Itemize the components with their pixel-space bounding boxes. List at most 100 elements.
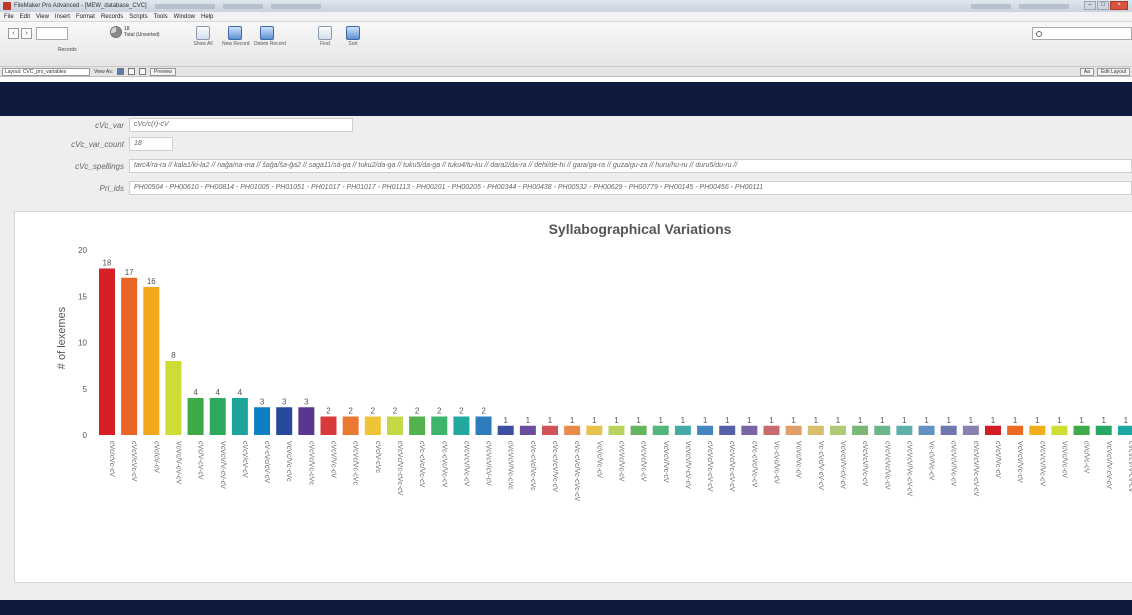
chart-bar[interactable] — [785, 425, 802, 435]
view-as-table-button[interactable] — [139, 68, 147, 75]
chart-bar[interactable] — [1007, 425, 1024, 435]
delete-record-button[interactable]: Delete Record — [254, 26, 286, 47]
sort-button[interactable]: Sort — [340, 26, 366, 47]
field-cvc-spellings[interactable]: tarc4/ra-ra // kala1/ki-la2 // nağa/na-m… — [129, 159, 1132, 173]
minimize-button[interactable]: – — [1084, 1, 1096, 10]
chart-bar[interactable] — [475, 416, 492, 436]
chart-bar[interactable] — [1073, 425, 1090, 435]
chart-bar[interactable] — [453, 416, 470, 436]
bar-value-label: 1 — [614, 416, 619, 425]
view-as-form-button[interactable] — [117, 68, 125, 75]
find-button[interactable]: Find — [312, 26, 338, 47]
x-tick-label: cVc-cVc/Vc-cVc-cV — [573, 441, 580, 502]
chart-bar[interactable] — [586, 425, 603, 435]
chart-bar[interactable] — [962, 425, 979, 435]
menu-format[interactable]: Format — [76, 14, 95, 20]
chart-bar[interactable] — [940, 425, 957, 435]
chart-bar[interactable] — [1029, 425, 1046, 435]
bar-value-label: 3 — [260, 397, 265, 406]
chart-bar[interactable] — [985, 425, 1001, 435]
chart-bar[interactable] — [298, 407, 315, 435]
x-tick-label: cVc-cVc/Vc-cV — [750, 441, 757, 488]
chart-bar[interactable] — [874, 425, 891, 435]
layout-select[interactable]: Layout: CVC_pro_variables — [2, 67, 90, 76]
chart-bar[interactable] — [542, 425, 558, 435]
chart-bar[interactable] — [209, 398, 226, 435]
field-cvc-var[interactable]: cVc/c(r)-cV — [129, 118, 353, 132]
close-button[interactable]: × — [1110, 1, 1128, 10]
chart-bar[interactable] — [409, 416, 426, 436]
chart-bar[interactable] — [674, 425, 691, 435]
chart-bar[interactable] — [431, 416, 448, 436]
records-label: Records — [58, 47, 77, 53]
preview-button[interactable]: Preview — [150, 67, 176, 76]
maximize-button[interactable]: □ — [1097, 1, 1109, 10]
chart-bar[interactable] — [165, 361, 182, 435]
menu-file[interactable]: File — [4, 14, 14, 20]
new-record-button[interactable]: New Record — [222, 26, 250, 47]
chart-bar[interactable] — [719, 425, 736, 435]
next-record-button[interactable]: › — [21, 28, 32, 39]
chart-bar[interactable] — [519, 425, 536, 435]
chart-bar[interactable] — [276, 407, 293, 435]
edit-layout-button[interactable]: Edit Layout — [1096, 68, 1130, 76]
chart-bar[interactable] — [386, 416, 403, 436]
y-tick-label: 10 — [78, 339, 87, 348]
x-tick-label: VcVcV/Vc-cV — [662, 441, 669, 483]
chart-bar[interactable] — [121, 277, 138, 435]
chart-bar[interactable] — [608, 425, 625, 435]
bar-value-label: 2 — [348, 407, 353, 416]
menu-scripts[interactable]: Scripts — [129, 14, 147, 20]
record-number-field[interactable] — [36, 27, 68, 40]
layout-bar: Layout: CVC_pro_variables View As: Previ… — [0, 67, 1132, 77]
chart-bar[interactable] — [143, 287, 160, 435]
previous-record-button[interactable]: ‹ — [8, 28, 19, 39]
x-tick-label: cVcVc/Vc-cV-cV — [728, 441, 735, 492]
chart-bar[interactable] — [852, 425, 869, 435]
y-tick-label: 20 — [78, 246, 87, 255]
show-all-button[interactable]: Show All — [190, 26, 216, 47]
chart-bar[interactable] — [829, 425, 846, 435]
quick-find-input[interactable] — [1032, 27, 1132, 40]
chart-bar[interactable] — [741, 425, 758, 435]
chart-bar[interactable] — [1095, 425, 1112, 435]
chart-bar[interactable] — [763, 425, 780, 435]
chart-bar[interactable] — [630, 425, 647, 435]
chart-bar[interactable] — [652, 425, 669, 435]
text-format-button[interactable]: Aa — [1079, 68, 1094, 76]
chart-bar[interactable] — [231, 398, 248, 435]
bar-value-label: 1 — [902, 416, 907, 425]
field-pri-ids[interactable]: PH00504 - PH00610 - PH00814 - PH01005 - … — [129, 181, 1132, 195]
x-tick-label: Vc-cV/Vc-cV — [928, 441, 935, 481]
chart-bar[interactable] — [254, 407, 271, 435]
view-as-label: View As: — [94, 68, 114, 75]
chart-bar[interactable] — [320, 416, 337, 436]
chart-bar[interactable] — [187, 398, 204, 435]
menu-window[interactable]: Window — [174, 14, 195, 20]
chart-bar[interactable] — [896, 425, 913, 435]
bar-value-label: 2 — [326, 407, 331, 416]
chart-bar[interactable] — [99, 268, 115, 436]
menu-tools[interactable]: Tools — [154, 14, 168, 20]
chart-bar[interactable] — [1051, 425, 1068, 435]
chart-bar[interactable] — [918, 425, 935, 435]
menu-help[interactable]: Help — [201, 14, 213, 20]
chart-bar[interactable] — [807, 425, 824, 435]
chart-bar[interactable] — [497, 425, 514, 435]
view-as-list-button[interactable] — [128, 68, 136, 75]
chart-bar[interactable] — [364, 416, 381, 436]
menu-insert[interactable]: Insert — [55, 14, 70, 20]
chart-bar[interactable] — [697, 425, 714, 435]
total-info: 18 Total (Unsorted) — [124, 26, 160, 38]
field-cvc-var-count[interactable]: 18 — [129, 137, 173, 151]
x-tick-label: Vc-cVc/V-cV-cV — [817, 441, 824, 490]
menu-view[interactable]: View — [36, 14, 49, 20]
menu-records[interactable]: Records — [101, 14, 123, 20]
bar-value-label: 1 — [1013, 416, 1018, 425]
y-tick-label: 5 — [83, 385, 88, 394]
chart-bar[interactable] — [1117, 425, 1132, 435]
chart-bar[interactable] — [342, 416, 359, 436]
chart-bar[interactable] — [564, 425, 581, 435]
menu-edit[interactable]: Edit — [20, 14, 30, 20]
bar-value-label: 2 — [371, 407, 376, 416]
